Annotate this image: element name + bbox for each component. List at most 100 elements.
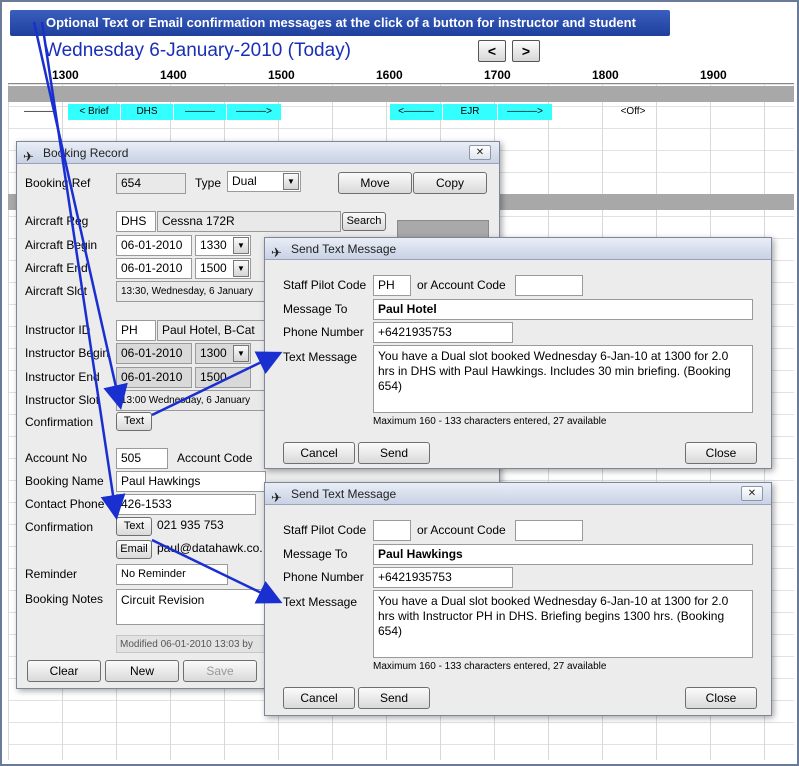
instructor-text-button[interactable]: Text bbox=[116, 412, 152, 431]
chevron-down-icon[interactable]: ▼ bbox=[233, 237, 249, 254]
new-button[interactable]: New bbox=[105, 660, 179, 682]
message-to-label: Message To bbox=[283, 302, 348, 316]
time-label: 1800 bbox=[592, 68, 619, 82]
schedule-slot[interactable]: ———> bbox=[498, 104, 552, 120]
clear-button[interactable]: Clear bbox=[27, 660, 101, 682]
booking-notes-label: Booking Notes bbox=[25, 592, 104, 606]
time-label: 1300 bbox=[52, 68, 79, 82]
char-count-note: Maximum 160 - 133 characters entered, 27… bbox=[373, 661, 607, 672]
account-no-label: Account No bbox=[25, 451, 88, 465]
time-label: 1500 bbox=[268, 68, 295, 82]
booking-name-field[interactable]: Paul Hawkings bbox=[116, 471, 266, 492]
time-value: 1330 bbox=[200, 238, 227, 252]
phone-number-field[interactable]: +6421935753 bbox=[373, 322, 513, 343]
type-value: Dual bbox=[232, 174, 257, 188]
instructor-id-field[interactable]: PH bbox=[116, 320, 156, 341]
contact-phone-label: Contact Phone bbox=[25, 497, 105, 511]
cancel-button[interactable]: Cancel bbox=[283, 442, 355, 464]
instructor-begin-date[interactable]: 06-01-2010 bbox=[116, 343, 192, 364]
time-label: 1600 bbox=[376, 68, 403, 82]
text-message-field[interactable]: You have a Dual slot booked Wednesday 6-… bbox=[373, 345, 753, 413]
schedule-slot[interactable]: EJR bbox=[443, 104, 497, 120]
send-button[interactable]: Send bbox=[358, 687, 430, 709]
cancel-button[interactable]: Cancel bbox=[283, 687, 355, 709]
instructor-end-date[interactable]: 06-01-2010 bbox=[116, 367, 192, 388]
schedule-slot[interactable]: DHS bbox=[121, 104, 173, 120]
prev-day-button[interactable]: < bbox=[478, 40, 506, 62]
phone-number-label: Phone Number bbox=[283, 570, 364, 584]
chevron-down-icon[interactable]: ▼ bbox=[233, 345, 249, 362]
aircraft-end-time[interactable]: 1500 ▼ bbox=[195, 258, 251, 279]
time-label: 1400 bbox=[160, 68, 187, 82]
time-label: 1700 bbox=[484, 68, 511, 82]
aircraft-begin-label: Aircraft Begin bbox=[25, 238, 98, 252]
email-button[interactable]: Email bbox=[116, 540, 152, 559]
staff-pilot-label: Staff Pilot Code bbox=[283, 523, 367, 537]
message-to-field[interactable]: Paul Hotel bbox=[373, 299, 753, 320]
text-message-field[interactable]: You have a Dual slot booked Wednesday 6-… bbox=[373, 590, 753, 658]
phone-number-field[interactable]: +6421935753 bbox=[373, 567, 513, 588]
move-button[interactable]: Move bbox=[338, 172, 412, 194]
aircraft-slot-field: 13:30, Wednesday, 6 January bbox=[116, 281, 266, 302]
booking-title-bar: ✈ Booking Record ✕ bbox=[17, 142, 499, 164]
message-to-label: Message To bbox=[283, 547, 348, 561]
close-icon[interactable]: ✕ bbox=[741, 486, 763, 501]
schedule-slot[interactable]: ——— bbox=[12, 104, 66, 120]
instructor-begin-label: Instructor Begin bbox=[25, 346, 110, 360]
account-code-field[interactable] bbox=[515, 520, 583, 541]
close-button[interactable]: Close bbox=[685, 442, 757, 464]
save-button[interactable]: Save bbox=[183, 660, 257, 682]
instructor-end-label: Instructor End bbox=[25, 370, 100, 384]
mobile-field[interactable]: 021 935 753 bbox=[153, 516, 263, 537]
instructor-id-label: Instructor ID bbox=[25, 323, 91, 337]
phone-number-label: Phone Number bbox=[283, 325, 364, 339]
instructor-name-field: Paul Hotel, B-Cat bbox=[157, 320, 267, 341]
aircraft-slot-label: Aircraft Slot bbox=[25, 284, 88, 298]
aircraft-end-label: Aircraft End bbox=[25, 261, 88, 275]
schedule-slot[interactable]: ———> bbox=[227, 104, 281, 120]
chevron-down-icon[interactable]: ▼ bbox=[233, 260, 249, 277]
student-text-button[interactable]: Text bbox=[116, 517, 152, 536]
copy-button[interactable]: Copy bbox=[413, 172, 487, 194]
reminder-select[interactable]: No Reminder bbox=[116, 564, 228, 585]
char-count-note: Maximum 160 - 133 characters entered, 27… bbox=[373, 416, 607, 427]
booking-ref-label: Booking Ref bbox=[25, 176, 91, 190]
email-field[interactable]: paul@datahawk.co. bbox=[153, 539, 265, 560]
schedule-slot[interactable]: <Off> bbox=[606, 104, 660, 120]
contact-phone-field[interactable]: 426-1533 bbox=[116, 494, 256, 515]
window-title: Booking Record bbox=[43, 146, 129, 160]
search-button[interactable]: Search bbox=[342, 212, 386, 231]
chevron-down-icon[interactable]: ▼ bbox=[283, 173, 299, 190]
next-day-button[interactable]: > bbox=[512, 40, 540, 62]
aircraft-reg-field[interactable]: DHS bbox=[116, 211, 156, 232]
text-message-label: Text Message bbox=[283, 350, 358, 364]
booking-notes-field[interactable]: Circuit Revision bbox=[116, 589, 266, 625]
plane-icon: ✈ bbox=[23, 149, 34, 164]
instructor-slot-label: Instructor Slot bbox=[25, 393, 100, 407]
message-to-field[interactable]: Paul Hawkings bbox=[373, 544, 753, 565]
staff-pilot-field[interactable] bbox=[373, 520, 411, 541]
account-no-field[interactable]: 505 bbox=[116, 448, 168, 469]
close-button[interactable]: Close bbox=[685, 687, 757, 709]
instructor-end-time[interactable]: 1500 bbox=[195, 367, 251, 388]
modified-note: Modified 06-01-2010 13:03 by bbox=[116, 635, 266, 653]
account-code-field[interactable] bbox=[515, 275, 583, 296]
aircraft-begin-time[interactable]: 1330 ▼ bbox=[195, 235, 251, 256]
time-value: 1300 bbox=[200, 346, 227, 360]
schedule-slot[interactable]: <——— bbox=[390, 104, 442, 120]
schedule-slot[interactable]: ——— bbox=[174, 104, 226, 120]
staff-pilot-field[interactable]: PH bbox=[373, 275, 411, 296]
aircraft-model-field: Cessna 172R bbox=[157, 211, 341, 232]
schedule-slot[interactable]: < Brief bbox=[68, 104, 120, 120]
text-message-label: Text Message bbox=[283, 595, 358, 609]
timeline-header: 1300 1400 1500 1600 1700 1800 1900 bbox=[8, 66, 794, 84]
aircraft-begin-date[interactable]: 06-01-2010 bbox=[116, 235, 192, 256]
confirmation-label: Confirmation bbox=[25, 415, 94, 429]
close-icon[interactable]: ✕ bbox=[469, 145, 491, 160]
type-select[interactable]: Dual ▼ bbox=[227, 171, 301, 192]
or-account-label: or Account Code bbox=[417, 278, 506, 292]
instructor-begin-time[interactable]: 1300 ▼ bbox=[195, 343, 251, 364]
aircraft-end-date[interactable]: 06-01-2010 bbox=[116, 258, 192, 279]
window-title: Send Text Message bbox=[291, 487, 397, 501]
send-button[interactable]: Send bbox=[358, 442, 430, 464]
